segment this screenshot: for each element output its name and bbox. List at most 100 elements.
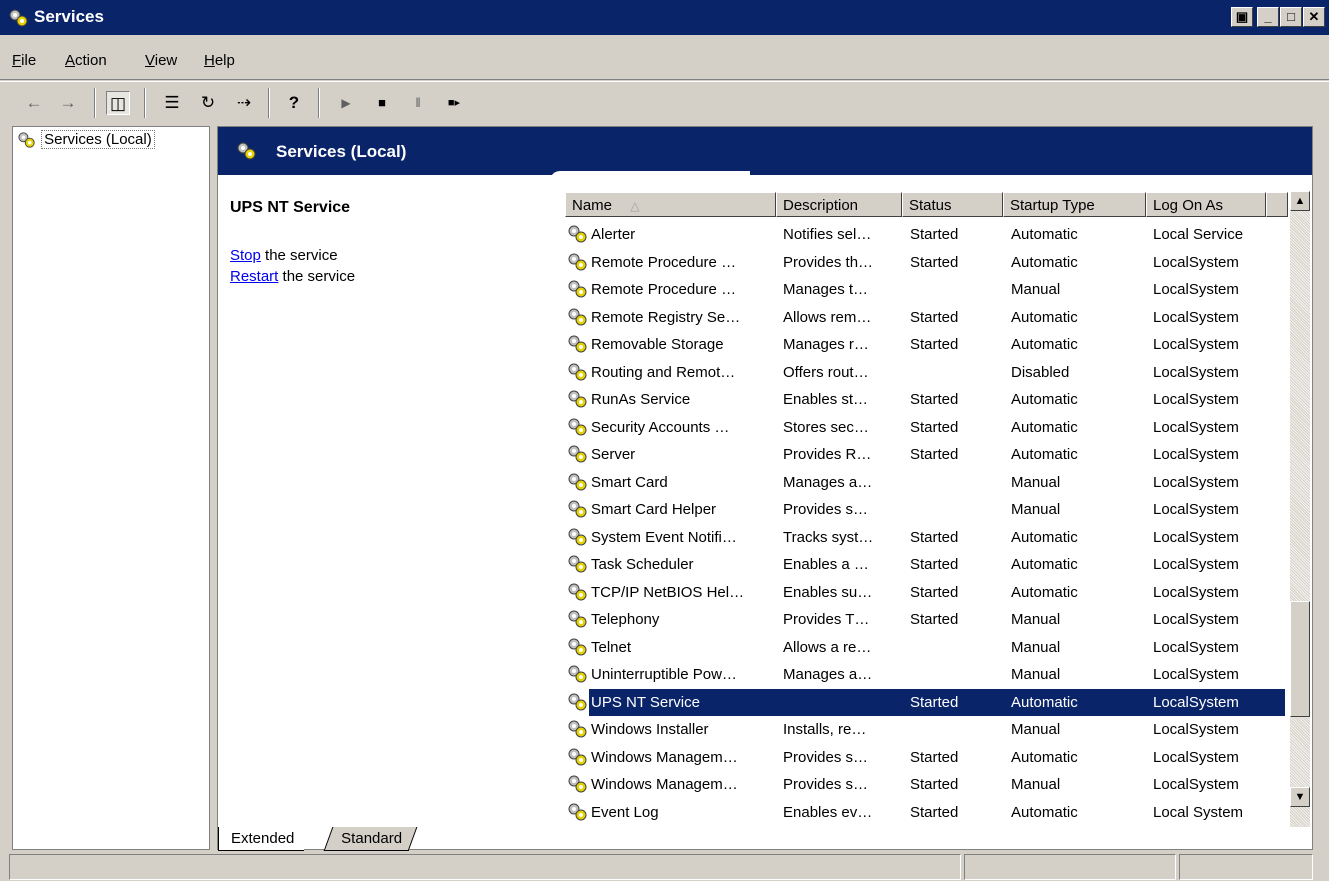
service-gear-icon [567,499,589,523]
menu-action[interactable]: Action [65,52,107,69]
status-bar [0,852,1329,881]
tab-standard[interactable]: Standard [323,827,418,851]
table-row[interactable]: TCP/IP NetBIOS Hel… Enables su… Started Aut… [565,579,1285,606]
service-name-cell: Windows Installer [591,721,709,738]
table-row[interactable]: Remote Procedure … Manages t… Manual LocalS… [565,276,1285,303]
table-row[interactable]: UPS NT Service Started Automatic LocalSyste… [568,688,1285,716]
table-row[interactable]: Telephony Provides T… Started Manual LocalSy… [565,606,1285,633]
scroll-down-button[interactable]: ▼ [1290,787,1310,807]
properties-button[interactable]: ☰ [160,91,184,115]
table-row[interactable]: Task Scheduler Enables a … Started Automati… [565,551,1285,578]
service-logon-cell: LocalSystem [1153,638,1239,656]
service-startup-type-cell: Manual [1011,501,1061,518]
vertical-scrollbar[interactable]: ▲ ▼ [1290,191,1310,827]
table-row[interactable]: Windows Managem… Provides s… Started Automa… [565,744,1285,771]
table-row[interactable]: Removable Storage Manages r… Started Automa… [565,331,1285,358]
service-description-cell: Provides s… [783,776,869,793]
stop-service-button[interactable]: ■ [370,91,394,115]
service-name-cell: Telnet [591,638,632,656]
service-gear-icon [567,692,589,716]
restore-button[interactable]: ▣ [1231,7,1253,27]
tab-extended[interactable]: Extended [218,827,305,851]
table-row[interactable]: Event Log Enables ev… Started Automatic Loca… [565,799,1285,826]
service-startup-type-cell: Automatic [1011,803,1078,821]
scroll-up-button[interactable]: ▲ [1290,191,1310,211]
service-gear-icon [567,664,589,688]
table-row[interactable]: Windows Installer Installs, re… Manual Loca… [565,716,1285,743]
service-status-cell: Started [910,776,959,793]
table-row[interactable]: Server Provides R… Started Automatic LocalSy… [565,441,1285,468]
close-icon: ✕ [1308,9,1320,24]
table-row[interactable]: Smart Card Helper Provides s… Manual LocalS… [565,496,1285,523]
window-title: Services [34,7,104,26]
menu-view[interactable]: View [145,52,177,69]
service-logon-cell: LocalSystem [1153,446,1239,463]
table-row[interactable]: Telnet Allows a re… Manual LocalSystem [565,634,1285,661]
service-startup-type-cell: Manual [1011,638,1061,656]
table-row[interactable]: Uninterruptible Pow… Manages a… Manual Loca… [565,661,1285,688]
pause-service-button[interactable]: ‖ [406,91,430,115]
service-gear-icon [567,472,589,496]
service-description-cell: Manages t… [783,281,869,298]
service-logon-cell: LocalSystem [1153,528,1239,546]
service-name-cell: Security Accounts … [591,418,730,436]
service-gear-icon [567,527,589,551]
back-button[interactable]: ← [22,91,46,115]
service-name-cell: Remote Registry Se… [591,308,741,326]
column-header-startup-type[interactable]: Startup Type [1003,192,1146,217]
close-button[interactable]: ✕ [1303,7,1325,27]
menu-help[interactable]: Help [204,52,235,69]
service-logon-cell: LocalSystem [1153,748,1239,766]
service-status-cell: Started [910,391,959,408]
service-logon-cell: LocalSystem [1153,776,1239,793]
menu-bar: File Action View Help [0,36,1329,80]
maximize-button[interactable]: □ [1280,7,1302,27]
service-startup-type-cell: Automatic [1011,693,1078,711]
tree-item-services-local[interactable]: Services (Local) [17,130,155,149]
scroll-thumb[interactable] [1290,601,1310,717]
service-name-cell: UPS NT Service [591,693,700,711]
service-startup-type-cell: Automatic [1011,336,1078,353]
service-startup-type-cell: Manual [1011,611,1061,628]
start-service-button[interactable]: ▶ [334,91,358,115]
service-gear-icon [567,224,589,248]
service-status-cell: Started [910,528,959,546]
restart-service-button[interactable]: ■▸ [442,91,466,115]
service-startup-type-cell: Automatic [1011,226,1078,243]
service-startup-type-cell: Automatic [1011,446,1078,463]
table-row[interactable]: Security Accounts … Stores sec… Started Aut… [565,414,1285,441]
minimize-button[interactable]: _ [1257,7,1279,27]
column-header-filler [1266,192,1288,217]
service-name-cell: Alerter [591,226,636,243]
table-row[interactable]: System Event Notifi… Tracks syst… Started A… [565,524,1285,551]
column-header-description[interactable]: Description [776,192,902,217]
title-bar[interactable]: Services ▣ _ □ ✕ [0,0,1329,35]
service-logon-cell: LocalSystem [1153,281,1239,298]
service-name-cell: Smart Card Helper [591,501,717,518]
service-description-cell: Provides T… [783,611,870,628]
refresh-button[interactable]: ↻ [196,91,220,115]
minimize-icon: _ [1264,9,1272,24]
export-list-button[interactable]: ⇢ [232,91,256,115]
forward-button[interactable]: → [56,91,80,115]
column-header-log-on-as[interactable]: Log On As [1146,192,1266,217]
menu-file[interactable]: File [12,52,36,69]
table-row[interactable]: Remote Procedure … Provides th… Started Aut… [565,249,1285,276]
service-gear-icon [567,417,589,441]
service-description-cell: Stores sec… [783,418,869,436]
service-description-cell: Allows rem… [783,308,872,326]
show-hide-tree-button[interactable]: ◫ [106,91,130,115]
restart-link[interactable]: Restart [230,268,278,285]
table-row[interactable]: Remote Registry Se… Allows rem… Started Aut… [565,304,1285,331]
help-button[interactable]: ? [282,91,306,115]
table-row[interactable]: RunAs Service Enables st… Started Automatic… [565,386,1285,413]
stop-link[interactable]: Stop [230,247,261,264]
table-row[interactable]: Alerter Notifies sel… Started Automatic Loca… [565,221,1285,248]
selected-service-name: UPS NT Service [230,199,351,216]
table-row[interactable]: Routing and Remot… Offers rout… Disabled Lo… [565,359,1285,386]
service-description-cell: Enables st… [783,391,869,408]
column-header-status[interactable]: Status [902,192,1003,217]
column-header-name[interactable]: Name △ [565,192,776,217]
table-row[interactable]: Smart Card Manages a… Manual LocalSystem [565,469,1285,496]
table-row[interactable]: Windows Managem… Provides s… Started Manual… [565,771,1285,798]
